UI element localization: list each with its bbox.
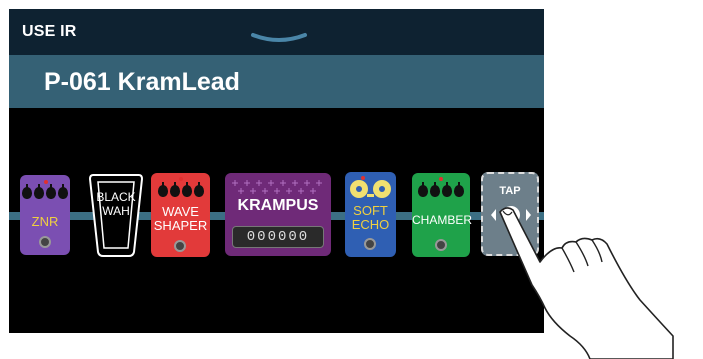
pointing-hand-icon bbox=[499, 207, 674, 359]
